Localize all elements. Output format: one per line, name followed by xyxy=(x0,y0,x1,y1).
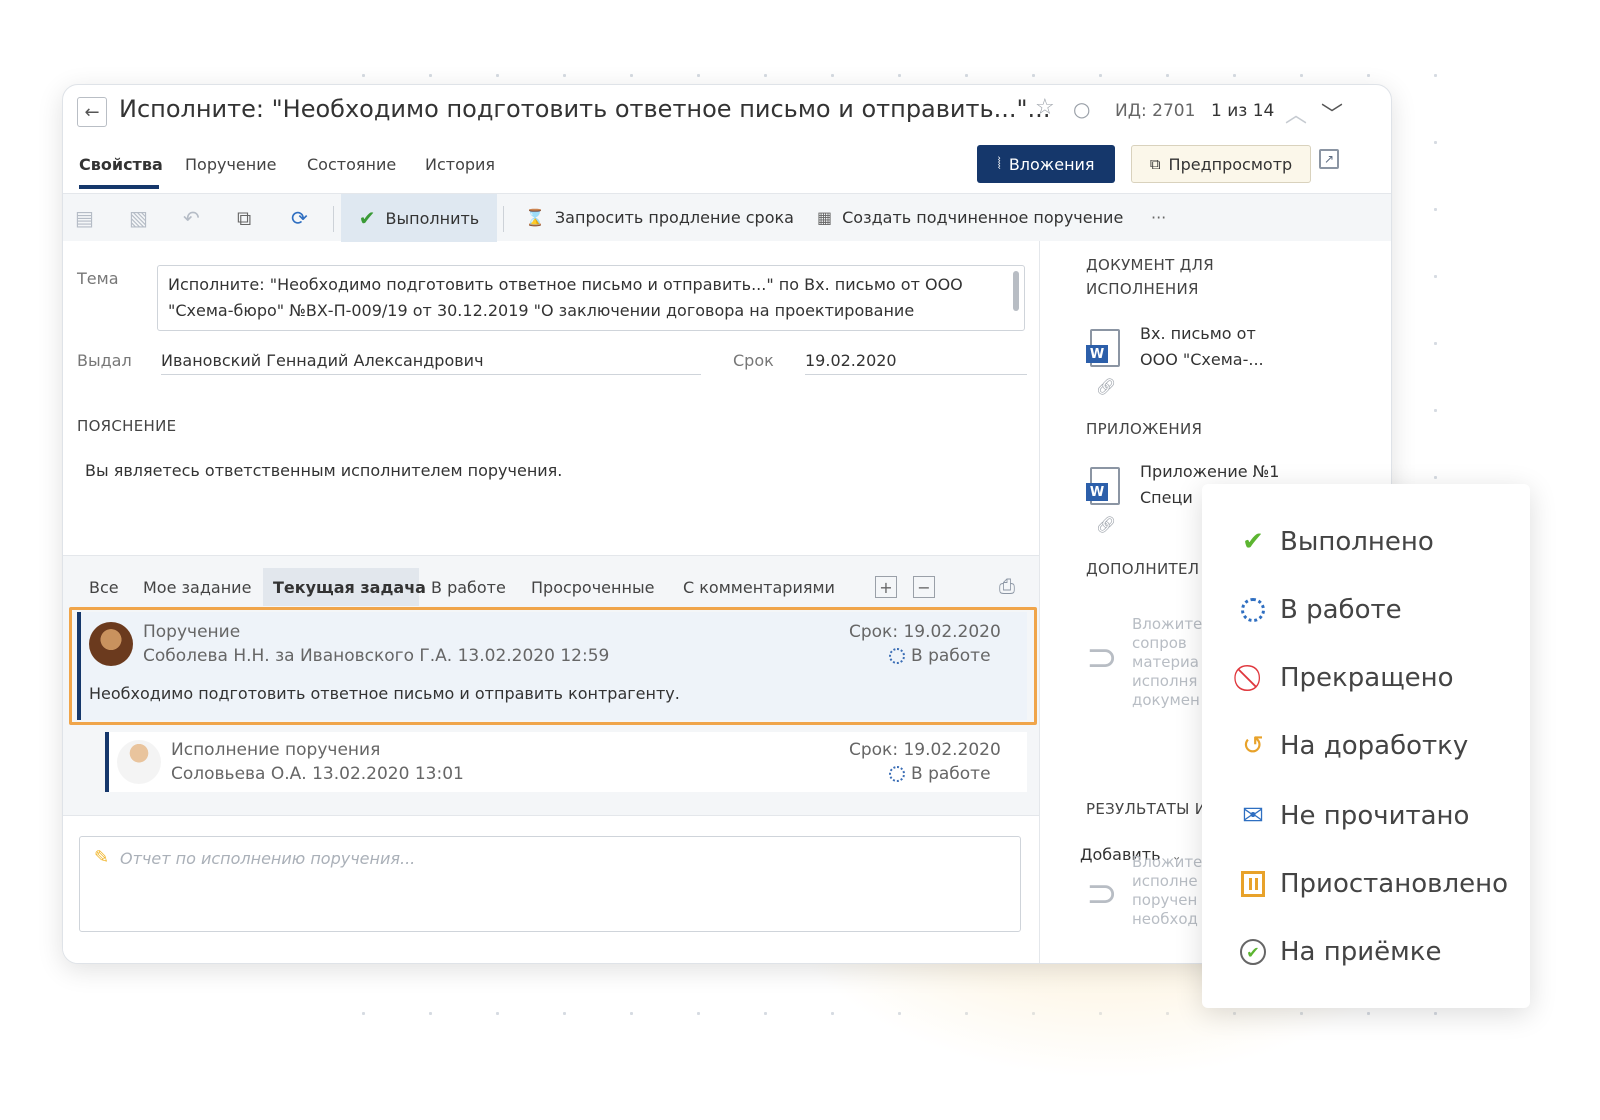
accept-check-icon: ✔ xyxy=(1238,937,1268,967)
word-document-icon[interactable]: W xyxy=(1086,329,1120,367)
subject-field[interactable]: Исполните: "Необходимо подготовить ответ… xyxy=(157,265,1025,331)
tab-history[interactable]: История xyxy=(425,155,495,174)
expand-all-button[interactable]: + xyxy=(875,576,897,598)
preview-icon: ⧉ xyxy=(1149,155,1161,173)
task-row[interactable]: Исполнение поручения Соловьева О.А. 13.0… xyxy=(105,732,1027,792)
deadline-field[interactable]: 19.02.2020 xyxy=(805,351,1027,375)
paperclip-icon: ⊃ xyxy=(1086,871,1118,915)
explanation-header: ПОЯСНЕНИЕ xyxy=(77,417,177,435)
task-author: Соловьева О.А. 13.02.2020 13:01 xyxy=(171,764,464,784)
status-suspended[interactable]: Приостановлено xyxy=(1238,864,1508,904)
report-input[interactable]: ✎ Отчет по исполнению поручения... xyxy=(79,836,1021,932)
request-extension-button[interactable]: ⌛ Запросить продление срока xyxy=(525,208,794,227)
execute-button[interactable]: ✔ Выполнить xyxy=(341,194,497,242)
copy-icon[interactable]: ⧉ xyxy=(237,206,251,230)
additional-hint: Вложите сопров материа исполня докумен xyxy=(1132,615,1203,709)
document-for-execution-header: ДОКУМЕНТ ДЛЯ ИСПОЛНЕНИЯ xyxy=(1086,256,1214,298)
create-subtask-button[interactable]: ▦ Создать подчиненное поручение xyxy=(817,208,1123,227)
document-link[interactable]: Вх. письмо от ООО "Схема-... xyxy=(1140,321,1264,373)
check-icon: ✔ xyxy=(1242,527,1264,557)
task-card-window: ← Исполните: "Необходимо подготовить отв… xyxy=(62,84,1392,964)
page-title: Исполните: "Необходимо подготовить ответ… xyxy=(119,95,1051,123)
subject-label: Тема xyxy=(77,269,119,288)
issued-by-label: Выдал xyxy=(77,351,132,370)
tab-properties[interactable]: Свойства xyxy=(79,155,163,174)
attachments-button[interactable]: ⦚ Вложения xyxy=(977,145,1115,183)
save-icon[interactable]: ▤ xyxy=(75,206,94,230)
avatar xyxy=(117,740,161,784)
cancel-icon: ⃠ xyxy=(1238,663,1268,693)
toolbar-divider xyxy=(333,206,334,232)
task-type: Исполнение поручения xyxy=(171,740,381,760)
hourglass-icon: ⌛ xyxy=(525,208,545,227)
paperclip-icon: ⊃ xyxy=(1086,635,1118,679)
status-rework[interactable]: ↺ На доработку xyxy=(1238,726,1468,766)
chevron-down-icon[interactable]: ﹀ xyxy=(1321,97,1343,129)
collapse-all-button[interactable]: − xyxy=(913,576,935,598)
results-header: РЕЗУЛЬТАТЫ И xyxy=(1086,800,1207,818)
toolbar-divider xyxy=(503,206,504,232)
document-id: ИД: 2701 xyxy=(1115,101,1196,121)
status-legend-popup: ✔ Выполнено В работе ⃠ Прекращено ↺ На д… xyxy=(1202,484,1530,1008)
pause-icon xyxy=(1238,869,1268,899)
filter-with-comments[interactable]: С комментариями xyxy=(683,578,835,597)
check-icon: ✔ xyxy=(358,206,376,230)
filter-in-progress[interactable]: В работе xyxy=(431,578,506,597)
comment-area: ✎ Отчет по исполнению поручения... xyxy=(63,815,1039,963)
status-completed[interactable]: ✔ Выполнено xyxy=(1238,522,1434,562)
status-in-progress[interactable]: В работе xyxy=(1238,590,1402,630)
attachments-header: ПРИЛОЖЕНИЯ xyxy=(1086,420,1203,438)
paperclip-icon: ⦚ xyxy=(997,154,1001,173)
link-icon[interactable]: 🔗︎ xyxy=(1096,515,1116,534)
issued-by-field[interactable]: Ивановский Геннадий Александрович xyxy=(161,351,701,375)
more-button[interactable]: ··· xyxy=(1151,208,1166,227)
circle-icon[interactable]: ○ xyxy=(1073,97,1090,121)
pencil-icon: ✎ xyxy=(94,847,110,868)
tab-assignment[interactable]: Поручение xyxy=(185,155,276,174)
filter-overdue[interactable]: Просроченные xyxy=(531,578,654,597)
print-icon[interactable]: ⎙ xyxy=(999,574,1015,598)
active-tab-indicator xyxy=(79,185,159,189)
status-unread[interactable]: ✉ Не прочитано xyxy=(1238,796,1469,836)
deadline-label: Срок xyxy=(733,351,774,370)
tab-state[interactable]: Состояние xyxy=(307,155,396,174)
filter-all[interactable]: Все xyxy=(89,578,119,597)
undo-icon[interactable]: ↶ xyxy=(183,206,200,230)
task-deadline: Срок: 19.02.2020 xyxy=(849,740,1001,760)
link-icon[interactable]: 🔗︎ xyxy=(1096,377,1116,396)
status-on-acceptance[interactable]: ✔ На приёмке xyxy=(1238,932,1441,972)
chevron-up-icon[interactable]: ︿ xyxy=(1285,97,1307,129)
record-counter: 1 из 14 xyxy=(1211,101,1275,121)
subject-scrollbar[interactable] xyxy=(1013,271,1019,311)
explanation-text: Вы являетесь ответственным исполнителем … xyxy=(85,461,563,480)
preview-button[interactable]: ⧉ Предпросмотр xyxy=(1131,145,1311,183)
in-progress-icon xyxy=(1238,595,1268,625)
filter-my-task[interactable]: Мое задание xyxy=(143,578,251,597)
open-external-icon[interactable]: ↗ xyxy=(1319,149,1339,169)
star-icon[interactable]: ☆ xyxy=(1035,95,1055,120)
save-copy-icon[interactable]: ▧ xyxy=(129,206,148,230)
unread-mail-icon: ✉ xyxy=(1242,801,1264,831)
arrow-left-icon: ← xyxy=(84,101,100,123)
status-badge: В работе xyxy=(889,764,991,784)
word-document-icon[interactable]: W xyxy=(1086,467,1120,505)
results-hint: Вложите исполне поручен необход xyxy=(1132,853,1203,928)
calendar-icon: ▦ xyxy=(817,208,833,227)
filter-current-task[interactable]: Текущая задача xyxy=(273,578,426,597)
selection-highlight xyxy=(69,607,1037,725)
refresh-icon[interactable]: ⟳ xyxy=(291,206,308,230)
toolbar: ▤ ▧ ↶ ⧉ ⟳ ✔ Выполнить ⌛ Запросить продле… xyxy=(63,193,1391,242)
status-terminated[interactable]: ⃠ Прекращено xyxy=(1238,658,1454,698)
back-button[interactable]: ← xyxy=(77,97,107,127)
in-progress-icon xyxy=(889,766,905,782)
rework-icon: ↺ xyxy=(1242,731,1264,761)
additional-header: ДОПОЛНИТЕЛ xyxy=(1086,560,1200,578)
